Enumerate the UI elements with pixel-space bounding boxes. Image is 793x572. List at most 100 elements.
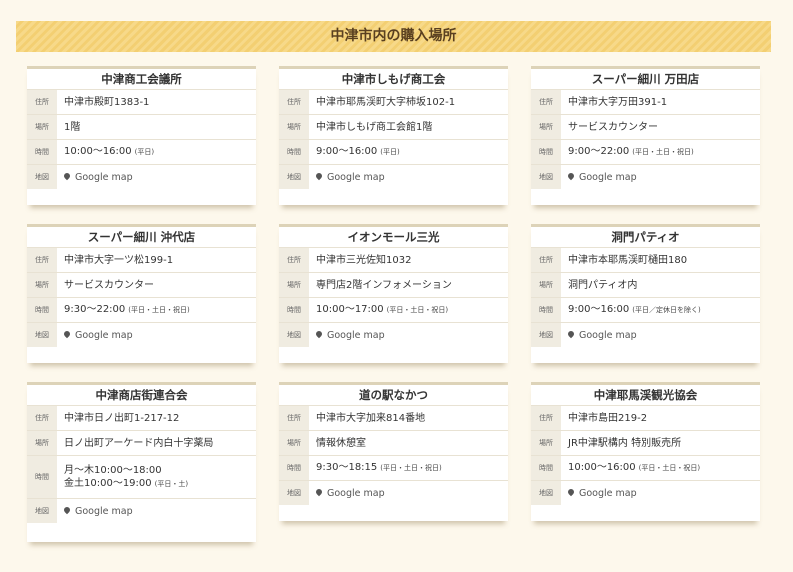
address-value: 中津市耶馬渓町大字柿坂102-1 bbox=[316, 96, 456, 108]
hours-label: 時間 bbox=[27, 456, 57, 498]
hours-value: 9:30〜18:15 (平日・土日・祝日) bbox=[309, 456, 508, 480]
map-label: 地図 bbox=[27, 499, 57, 523]
place-value: 洞門パティオ内 bbox=[568, 279, 638, 291]
store-name: 中津商店街連合会 bbox=[27, 385, 256, 406]
hours-label: 時間 bbox=[279, 298, 309, 322]
map-pin-icon bbox=[314, 329, 324, 339]
google-map-link[interactable]: Google map bbox=[314, 171, 508, 184]
place-value: JR中津駅構内 特別販売所 bbox=[568, 437, 682, 449]
hours-value: 9:00〜22:00 (平日・土日・祝日) bbox=[561, 140, 760, 164]
hours-row: 時間 10:00〜16:00 (平日・土日・祝日) bbox=[531, 456, 760, 481]
map-row: 地図 Google map bbox=[279, 481, 508, 505]
store-name: 中津耶馬渓観光協会 bbox=[531, 385, 760, 406]
map-pin-icon bbox=[566, 487, 576, 497]
address-value: 中津市大字加来814番地 bbox=[316, 412, 426, 424]
place-row: 場所 JR中津駅構内 特別販売所 bbox=[531, 431, 760, 456]
google-map-link[interactable]: Google map bbox=[62, 505, 256, 518]
place-label: 場所 bbox=[27, 273, 57, 297]
hours-note: (平日／定休日を除く) bbox=[632, 306, 701, 314]
address-row: 住所 中津市殿町1383-1 bbox=[27, 90, 256, 115]
google-map-link[interactable]: Google map bbox=[314, 487, 508, 500]
place-label: 場所 bbox=[279, 431, 309, 455]
google-map-link[interactable]: Google map bbox=[62, 329, 256, 342]
store-name: 中津市しもげ商工会 bbox=[279, 69, 508, 90]
google-map-link[interactable]: Google map bbox=[566, 487, 760, 500]
hours-row: 時間 9:00〜22:00 (平日・土日・祝日) bbox=[531, 140, 760, 165]
map-pin-icon bbox=[62, 505, 72, 515]
hours-row: 時間 月〜木10:00〜18:00 金土10:00〜19:00 (平日・土) bbox=[27, 456, 256, 499]
place-value: 日ノ出町アーケード内白十字薬局 bbox=[64, 437, 214, 449]
place-row: 場所 サービスカウンター bbox=[27, 273, 256, 298]
map-cell: Google map bbox=[57, 165, 256, 189]
place-value: 中津市しもげ商工会館1階 bbox=[316, 121, 433, 133]
map-cell: Google map bbox=[309, 323, 508, 347]
address-row: 住所 中津市三光佐知1032 bbox=[279, 248, 508, 273]
map-link-text: Google map bbox=[75, 329, 133, 341]
map-label: 地図 bbox=[279, 165, 309, 189]
map-pin-icon bbox=[314, 171, 324, 181]
hours-text: 10:00〜16:00 bbox=[64, 146, 132, 157]
store-card: スーパー細川 沖代店 住所 中津市大字一ツ松199-1 場所 サービスカウンター… bbox=[27, 224, 256, 363]
address-row: 住所 中津市大字加来814番地 bbox=[279, 406, 508, 431]
google-map-link[interactable]: Google map bbox=[314, 329, 508, 342]
hours-note: (平日・土日・祝日) bbox=[380, 464, 442, 472]
map-link-text: Google map bbox=[327, 329, 385, 341]
hours-text: 金土10:00〜19:00 bbox=[64, 477, 152, 489]
hours-row: 時間 9:30〜22:00 (平日・土日・祝日) bbox=[27, 298, 256, 323]
place-row: 場所 専門店2階インフォメーション bbox=[279, 273, 508, 298]
hours-row: 時間 9:00〜16:00 (平日) bbox=[279, 140, 508, 165]
map-row: 地図 Google map bbox=[279, 323, 508, 347]
hours-note: (平日・土日・祝日) bbox=[128, 306, 190, 314]
place-row: 場所 情報休憩室 bbox=[279, 431, 508, 456]
address-label: 住所 bbox=[279, 406, 309, 430]
store-name: スーパー細川 万田店 bbox=[531, 69, 760, 90]
hours-label: 時間 bbox=[531, 140, 561, 164]
map-pin-icon bbox=[62, 329, 72, 339]
hours-note: (平日) bbox=[380, 148, 400, 156]
place-value: サービスカウンター bbox=[64, 279, 154, 291]
place-row: 場所 日ノ出町アーケード内白十字薬局 bbox=[27, 431, 256, 456]
place-row: 場所 1階 bbox=[27, 115, 256, 140]
map-label: 地図 bbox=[27, 323, 57, 347]
address-label: 住所 bbox=[279, 248, 309, 272]
store-card: イオンモール三光 住所 中津市三光佐知1032 場所 専門店2階インフォメーショ… bbox=[279, 224, 508, 363]
map-label: 地図 bbox=[279, 323, 309, 347]
store-name: 道の駅なかつ bbox=[279, 385, 508, 406]
hours-row: 時間 9:30〜18:15 (平日・土日・祝日) bbox=[279, 456, 508, 481]
map-cell: Google map bbox=[561, 165, 760, 189]
map-label: 地図 bbox=[27, 165, 57, 189]
hours-value: 10:00〜16:00 (平日) bbox=[57, 140, 256, 164]
address-row: 住所 中津市耶馬渓町大字柿坂102-1 bbox=[279, 90, 508, 115]
store-name: 洞門パティオ bbox=[531, 227, 760, 248]
address-value: 中津市殿町1383-1 bbox=[64, 96, 150, 108]
address-row: 住所 中津市日ノ出町1-217-12 bbox=[27, 406, 256, 431]
map-pin-icon bbox=[314, 487, 324, 497]
map-row: 地図 Google map bbox=[531, 323, 760, 347]
map-pin-icon bbox=[62, 171, 72, 181]
hours-label: 時間 bbox=[531, 456, 561, 480]
google-map-link[interactable]: Google map bbox=[566, 171, 760, 184]
store-name: イオンモール三光 bbox=[279, 227, 508, 248]
google-map-link[interactable]: Google map bbox=[62, 171, 256, 184]
map-link-text: Google map bbox=[579, 329, 637, 341]
map-row: 地図 Google map bbox=[279, 165, 508, 189]
store-name: スーパー細川 沖代店 bbox=[27, 227, 256, 248]
address-row: 住所 中津市大字万田391-1 bbox=[531, 90, 760, 115]
hours-value: 10:00〜17:00 (平日・土日・祝日) bbox=[309, 298, 508, 322]
address-value: 中津市大字一ツ松199-1 bbox=[64, 254, 174, 266]
map-link-text: Google map bbox=[327, 171, 385, 183]
map-pin-icon bbox=[566, 171, 576, 181]
place-label: 場所 bbox=[531, 115, 561, 139]
place-row: 場所 中津市しもげ商工会館1階 bbox=[279, 115, 508, 140]
google-map-link[interactable]: Google map bbox=[566, 329, 760, 342]
hours-text: 9:00〜22:00 bbox=[568, 146, 630, 157]
place-label: 場所 bbox=[279, 273, 309, 297]
map-cell: Google map bbox=[561, 481, 760, 505]
map-cell: Google map bbox=[309, 165, 508, 189]
map-row: 地図 Google map bbox=[27, 499, 256, 523]
address-value: 中津市大字万田391-1 bbox=[568, 96, 668, 108]
map-cell: Google map bbox=[309, 481, 508, 505]
place-row: 場所 サービスカウンター bbox=[531, 115, 760, 140]
hours-row: 時間 10:00〜17:00 (平日・土日・祝日) bbox=[279, 298, 508, 323]
hours-text: 9:30〜18:15 bbox=[316, 462, 378, 473]
